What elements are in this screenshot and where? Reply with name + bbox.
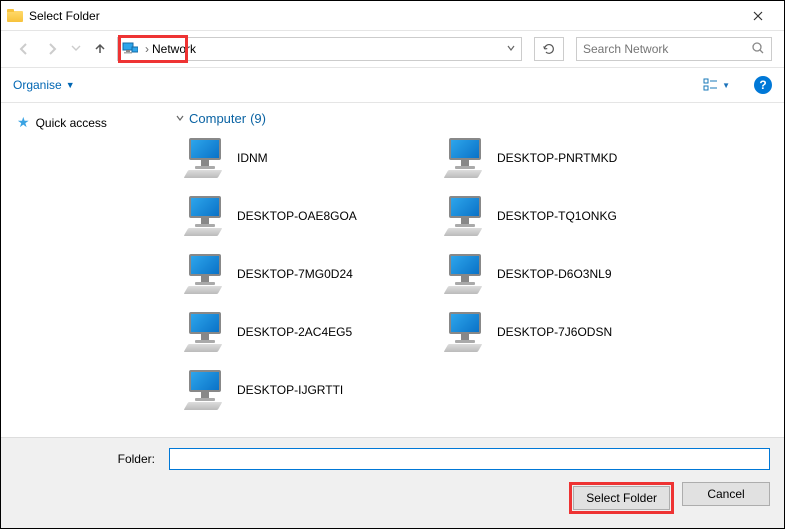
organise-button[interactable]: Organise ▼ [13, 78, 75, 92]
folder-input[interactable] [169, 448, 770, 470]
computer-icon [181, 368, 227, 412]
computer-label: IDNM [237, 151, 268, 165]
search-input[interactable] [583, 42, 751, 56]
computer-icon [441, 310, 487, 354]
bottom-panel: Folder: Select Folder Cancel [1, 437, 784, 528]
computer-icon [441, 194, 487, 238]
help-button[interactable]: ? [754, 76, 772, 94]
search-icon[interactable] [751, 41, 765, 58]
computer-label: DESKTOP-7J6ODSN [497, 325, 612, 339]
computer-icon [181, 252, 227, 296]
computer-item[interactable]: IDNM [175, 132, 435, 184]
button-row: Select Folder Cancel [15, 482, 770, 514]
group-header[interactable]: Computer (9) [175, 111, 780, 126]
sidebar: ★ Quick access [1, 103, 171, 437]
address-text: Network [152, 42, 505, 56]
toolbar: Organise ▼ ▼ ? [1, 67, 784, 103]
select-folder-button[interactable]: Select Folder [573, 486, 670, 510]
chevron-right-icon: › [142, 42, 152, 56]
highlight-annotation: Select Folder [569, 482, 674, 514]
chevron-down-icon: ▼ [722, 81, 730, 90]
items-grid: IDNM DESKTOP-PNRTMKD DESKTOP-OAE8GOA DESKTO… [175, 132, 780, 416]
network-icon [122, 42, 138, 56]
cancel-button[interactable]: Cancel [682, 482, 770, 506]
computer-icon [441, 252, 487, 296]
address-dropdown-button[interactable] [505, 42, 517, 57]
titlebar: Select Folder [1, 1, 784, 31]
group-count: (9) [250, 111, 266, 126]
folder-icon [7, 8, 23, 24]
close-button[interactable] [738, 1, 778, 30]
group-title: Computer [189, 111, 246, 126]
computer-item[interactable]: DESKTOP-7J6ODSN [435, 306, 695, 358]
window-title: Select Folder [29, 9, 738, 23]
organise-label: Organise [13, 78, 62, 92]
close-icon [753, 11, 763, 21]
computer-item[interactable]: DESKTOP-IJGRTTI [175, 364, 435, 416]
computer-label: DESKTOP-IJGRTTI [237, 383, 343, 397]
search-box[interactable] [576, 37, 772, 61]
computer-label: DESKTOP-2AC4EG5 [237, 325, 352, 339]
computer-label: DESKTOP-D6O3NL9 [497, 267, 612, 281]
computer-item[interactable]: DESKTOP-TQ1ONKG [435, 190, 695, 242]
computer-item[interactable]: DESKTOP-7MG0D24 [175, 248, 435, 300]
address-bar[interactable]: › Network [117, 37, 522, 61]
view-buttons: ▼ ? [702, 76, 772, 94]
computer-icon [181, 194, 227, 238]
computer-icon [181, 136, 227, 180]
forward-button[interactable] [41, 38, 63, 60]
computer-item[interactable]: DESKTOP-OAE8GOA [175, 190, 435, 242]
chevron-down-icon: ▼ [66, 80, 75, 90]
nav-row: › Network [1, 31, 784, 67]
recent-locations-button[interactable] [69, 41, 83, 58]
content-pane: Computer (9) IDNM DESKTOP-PNRTMKD DESKTOP-… [171, 103, 784, 437]
computer-icon [441, 136, 487, 180]
sidebar-item-quick-access[interactable]: ★ Quick access [7, 111, 165, 134]
computer-item[interactable]: DESKTOP-PNRTMKD [435, 132, 695, 184]
computer-item[interactable]: DESKTOP-2AC4EG5 [175, 306, 435, 358]
folder-label: Folder: [15, 452, 163, 466]
view-options-button[interactable]: ▼ [702, 77, 730, 93]
computer-label: DESKTOP-7MG0D24 [237, 267, 353, 281]
computer-item[interactable]: DESKTOP-D6O3NL9 [435, 248, 695, 300]
computer-label: DESKTOP-TQ1ONKG [497, 209, 617, 223]
folder-row: Folder: [15, 448, 770, 470]
up-button[interactable] [89, 38, 111, 60]
computer-icon [181, 310, 227, 354]
chevron-down-icon [175, 112, 185, 126]
star-icon: ★ [17, 114, 30, 131]
back-button[interactable] [13, 38, 35, 60]
body: ★ Quick access Computer (9) IDNM DESKTOP-… [1, 103, 784, 437]
computer-label: DESKTOP-PNRTMKD [497, 151, 617, 165]
computer-label: DESKTOP-OAE8GOA [237, 209, 357, 223]
quick-access-label: Quick access [36, 116, 107, 130]
refresh-button[interactable] [534, 37, 564, 61]
